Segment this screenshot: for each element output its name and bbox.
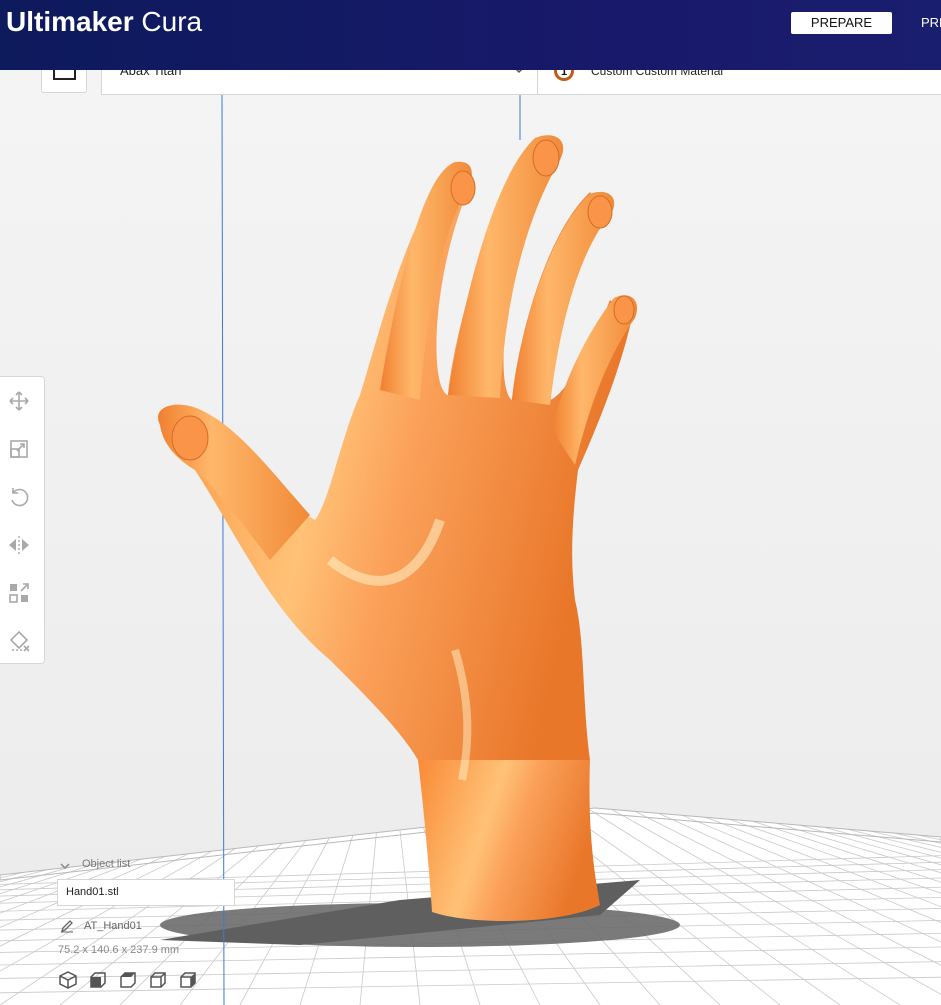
stage-preview-button[interactable]: PRE xyxy=(921,12,941,34)
tool-panel xyxy=(0,376,45,664)
mirror-icon[interactable] xyxy=(6,532,32,558)
right-view-icon[interactable] xyxy=(178,970,198,990)
object-list-item[interactable]: Hand01.stl xyxy=(57,879,235,906)
stage-prepare-button[interactable]: PREPARE xyxy=(791,12,892,34)
bar-divider xyxy=(537,70,538,94)
rotate-icon[interactable] xyxy=(6,484,32,510)
extruder-number: 1 xyxy=(561,70,567,78)
object-list-panel: Object list Hand01.stl AT_Hand01 75.2 x … xyxy=(56,858,316,1005)
object-list-header[interactable]: Object list xyxy=(82,858,130,870)
move-icon[interactable] xyxy=(6,388,32,414)
edit-pencil-icon[interactable] xyxy=(60,919,74,933)
printer-name[interactable]: Abax Titan xyxy=(120,70,181,94)
scale-icon[interactable] xyxy=(6,436,32,462)
hand-model[interactable] xyxy=(158,135,638,922)
folder-icon xyxy=(53,70,76,80)
support-blocker-icon[interactable] xyxy=(6,628,32,654)
front-view-icon[interactable] xyxy=(88,970,108,990)
top-view-icon[interactable] xyxy=(118,970,138,990)
material-name[interactable]: Custom Custom Material xyxy=(591,70,723,94)
model-dimensions: 75.2 x 140.6 x 237.9 mm xyxy=(58,944,180,956)
brand-name: Ultimaker xyxy=(6,6,134,37)
3d-view-icon[interactable] xyxy=(58,970,78,990)
app-brand: Ultimaker Cura xyxy=(6,4,202,40)
brand-product: Cura xyxy=(141,6,203,37)
extruder-badge-icon[interactable]: 1 xyxy=(553,70,575,82)
chevron-down-icon[interactable] xyxy=(513,70,525,75)
printer-selector-bar[interactable]: Abax Titan 1 Custom Custom Material xyxy=(101,70,941,95)
collapse-icon[interactable] xyxy=(60,861,70,871)
left-view-icon[interactable] xyxy=(148,970,168,990)
app-header: Ultimaker Cura PREPARE PRE xyxy=(0,0,941,70)
3d-viewport[interactable]: Abax Titan 1 Custom Custom Material Obje… xyxy=(0,70,941,1005)
job-name[interactable]: AT_Hand01 xyxy=(84,920,142,932)
per-model-settings-icon[interactable] xyxy=(6,580,32,606)
open-file-button[interactable] xyxy=(41,70,87,93)
